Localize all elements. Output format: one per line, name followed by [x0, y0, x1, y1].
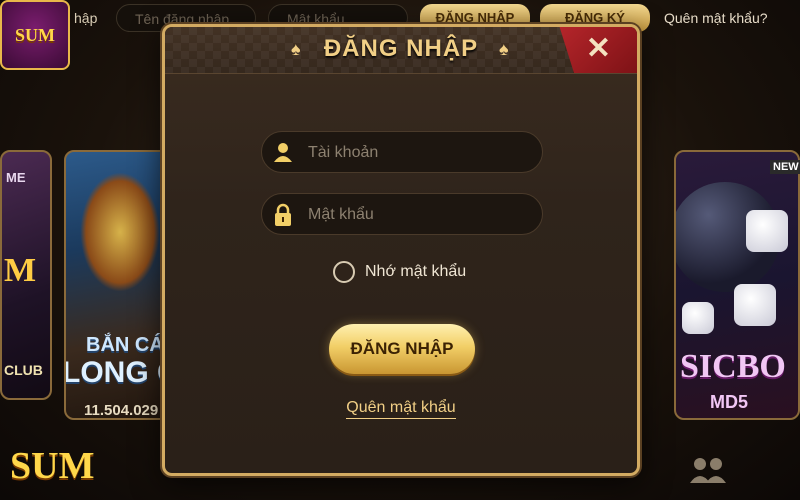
bottom-club-logo: SUM [0, 418, 110, 500]
remember-label[interactable]: Nhớ mật khẩu [365, 263, 466, 281]
password-field[interactable] [261, 193, 543, 236]
game-card-left[interactable]: ME M CLUB [0, 150, 52, 400]
game-card-sicbo[interactable]: SICBO MD5 [674, 150, 800, 420]
username-field[interactable] [261, 131, 543, 174]
remember-checkbox[interactable] [333, 261, 355, 283]
spade-icon: ♠ [499, 39, 509, 59]
dice-icon [682, 302, 714, 334]
forgot-password-row: Quên mật khẩu [165, 399, 637, 419]
login-modal: ♠ ĐĂNG NHẬP ♠ ✕ Nhớ mật khẩu ĐĂNG NHẬP Q… [162, 24, 640, 476]
card-sicbo-line2: MD5 [710, 392, 749, 412]
bottom-logo-text: SUM [10, 445, 95, 487]
login-button[interactable]: ĐĂNG NHẬP [329, 324, 475, 374]
logo-text: SUM [15, 24, 55, 45]
forgot-password-link[interactable]: Quên mật khẩu [346, 399, 456, 419]
dragon-artwork [80, 172, 160, 292]
card-long-jackpot: 11.504.029 [84, 402, 159, 419]
card-long-line1: BẮN CÁ [86, 334, 164, 356]
card-left-line2: M [4, 252, 37, 289]
club-logo: SUM [0, 0, 70, 70]
user-icon [274, 143, 292, 162]
modal-header: ♠ ĐĂNG NHẬP ♠ ✕ [165, 27, 637, 74]
close-icon[interactable]: ✕ [586, 31, 611, 66]
username-input[interactable] [306, 132, 530, 174]
people-icon[interactable] [688, 455, 728, 485]
new-badge: NEW [770, 160, 800, 174]
password-input[interactable] [306, 194, 530, 236]
card-left-line1: ME [6, 170, 26, 185]
card-left-line3: CLUB [4, 362, 43, 378]
lock-icon [275, 203, 291, 226]
card-long-line2: LONG CUNG [64, 356, 172, 389]
card-sicbo-line1: SICBO [680, 348, 786, 385]
top-forgot-link[interactable]: Quên mật khẩu? [664, 4, 768, 32]
remember-me[interactable]: Nhớ mật khẩu [333, 261, 466, 283]
dice-icon [734, 284, 776, 326]
top-partial-label: hập [74, 10, 98, 26]
dice-icon [746, 210, 788, 252]
game-card-ban-ca[interactable]: BẮN CÁ LONG CUNG 11.504.029 [64, 150, 174, 420]
